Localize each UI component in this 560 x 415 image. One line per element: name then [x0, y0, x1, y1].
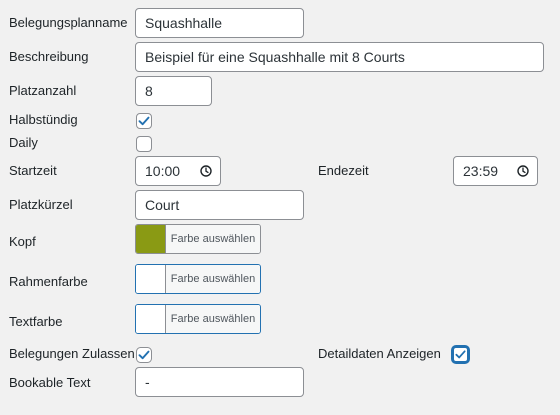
text-color-label: Textfarbe	[9, 314, 63, 329]
show-details-checkbox[interactable]	[452, 346, 469, 363]
plan-name-label: Belegungsplanname	[9, 15, 128, 30]
text-color-swatch	[136, 305, 166, 333]
checkmark-icon	[136, 347, 152, 363]
description-label: Beschreibung	[9, 49, 89, 64]
checkmark-icon	[138, 116, 150, 126]
clock-icon[interactable]	[200, 165, 212, 177]
start-time-value: 10:00	[145, 163, 181, 179]
end-time-value: 23:59	[463, 163, 499, 179]
show-details-label: Detaildaten Anzeigen	[318, 346, 441, 361]
text-color-button-label: Farbe auswählen	[166, 305, 260, 333]
bookable-text-input[interactable]: -	[135, 367, 304, 397]
court-count-label: Platzanzahl	[9, 83, 77, 98]
clock-icon[interactable]	[517, 165, 529, 177]
checkmark-icon	[455, 350, 466, 359]
border-color-swatch	[136, 265, 166, 293]
plan-name-input[interactable]: Squashhalle	[135, 8, 304, 38]
border-color-button-label: Farbe auswählen	[166, 265, 260, 293]
half-hourly-checkbox[interactable]	[136, 113, 152, 129]
text-color-button[interactable]: Farbe auswählen	[135, 304, 261, 334]
header-color-button-label: Farbe auswählen	[166, 225, 260, 253]
header-color-label: Kopf	[9, 234, 36, 249]
end-time-label: Endezeit	[318, 163, 369, 178]
border-color-button[interactable]: Farbe auswählen	[135, 264, 261, 294]
daily-checkbox[interactable]	[136, 136, 152, 152]
court-abbrev-label: Platzkürzel	[9, 197, 73, 212]
header-color-button[interactable]: Farbe auswählen	[135, 224, 261, 254]
border-color-label: Rahmenfarbe	[9, 274, 88, 289]
allow-bookings-checkbox[interactable]	[136, 347, 152, 363]
start-time-input[interactable]: 10:00	[135, 156, 221, 186]
end-time-input[interactable]: 23:59	[453, 156, 538, 186]
court-count-input[interactable]: 8	[135, 76, 212, 106]
allow-bookings-label: Belegungen Zulassen	[9, 346, 135, 361]
court-abbrev-input[interactable]: Court	[135, 190, 304, 220]
header-color-swatch	[136, 225, 166, 253]
half-hourly-label: Halbstündig	[9, 112, 78, 127]
description-input[interactable]: Beispiel für eine Squashhalle mit 8 Cour…	[135, 42, 544, 72]
daily-label: Daily	[9, 135, 38, 150]
start-time-label: Startzeit	[9, 163, 57, 178]
bookable-text-label: Bookable Text	[9, 375, 91, 390]
